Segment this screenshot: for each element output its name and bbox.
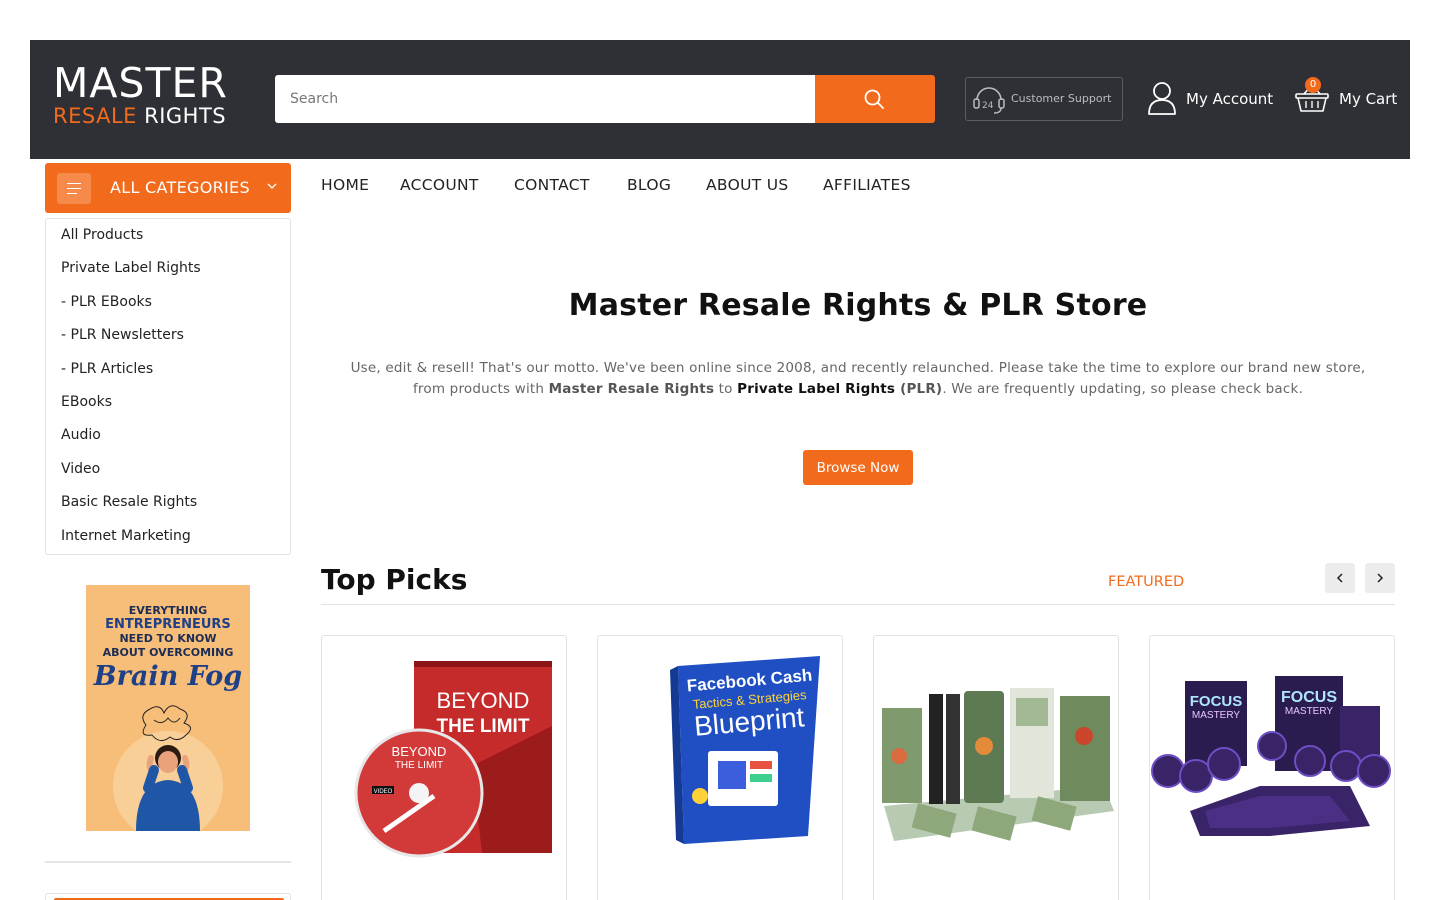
customer-support-label: Customer Support bbox=[1011, 92, 1112, 105]
browse-now-button[interactable]: Browse Now bbox=[803, 450, 913, 485]
product-image-facebook-cash: Facebook Cash Tactics & Strategies Bluep… bbox=[670, 656, 820, 844]
promo-line2: ENTREPRENEURS bbox=[105, 617, 231, 632]
product-card-focus-mastery[interactable]: FOCUS MASTERY FOCUS MASTERY bbox=[1149, 635, 1395, 900]
stressed-person-illustration bbox=[113, 705, 223, 831]
hero-text-part3: . We are frequently updating, so please … bbox=[942, 381, 1304, 397]
disc-badge: VIDEO bbox=[374, 789, 393, 795]
search-bar bbox=[275, 75, 935, 123]
customer-support-link[interactable]: 24 Customer Support bbox=[965, 77, 1123, 121]
disc-line1: BEYOND bbox=[392, 744, 447, 759]
promo-headline: EVERYTHING ENTREPRENEURS NEED TO KNOW AB… bbox=[86, 604, 250, 660]
promo-line3: NEED TO KNOW bbox=[119, 632, 217, 645]
category-item-plr-articles[interactable]: - PLR Articles bbox=[61, 361, 153, 377]
promo-line1: EVERYTHING bbox=[128, 604, 208, 617]
category-list: All Products Private Label Rights - PLR … bbox=[45, 218, 291, 555]
chevron-right-icon bbox=[1377, 573, 1384, 583]
tab-featured[interactable]: FEATURED bbox=[1108, 574, 1184, 590]
carousel-next-button[interactable] bbox=[1365, 563, 1395, 593]
category-item-basic-resale-rights[interactable]: Basic Resale Rights bbox=[61, 494, 197, 510]
page: MASTER RESALE RIGHTS 24 Customer Support bbox=[30, 40, 1410, 900]
my-cart-link[interactable]: 0 My Cart bbox=[1295, 77, 1405, 119]
all-categories-label: ALL CATEGORIES bbox=[110, 178, 250, 197]
category-item-plr-ebooks[interactable]: - PLR EBooks bbox=[61, 294, 152, 310]
category-item-all-products[interactable]: All Products bbox=[61, 227, 143, 243]
cover-line2: THE LIMIT bbox=[437, 716, 530, 737]
site-header: MASTER RESALE RIGHTS 24 Customer Support bbox=[30, 40, 1410, 159]
hero-text-part2: to bbox=[714, 381, 738, 397]
my-account-label: My Account bbox=[1186, 90, 1274, 108]
cart-count-badge: 0 bbox=[1305, 77, 1321, 93]
carousel-prev-button[interactable] bbox=[1325, 563, 1355, 593]
user-icon bbox=[1148, 82, 1176, 115]
category-item-ebooks[interactable]: EBooks bbox=[61, 394, 112, 410]
svg-text:MASTERY: MASTERY bbox=[1285, 706, 1333, 717]
hamburger-icon bbox=[57, 173, 91, 204]
product-card-facebook-cash[interactable]: Facebook Cash Tactics & Strategies Bluep… bbox=[597, 635, 843, 900]
nav-account[interactable]: ACCOUNT bbox=[400, 176, 479, 194]
cover-line1: FOCUS bbox=[1190, 693, 1243, 710]
promo-line4: ABOUT OVERCOMING bbox=[102, 646, 234, 659]
hero-description: Use, edit & resell! That's our motto. We… bbox=[336, 358, 1380, 400]
promo-banner-brain-fog[interactable]: EVERYTHING ENTREPRENEURS NEED TO KNOW AB… bbox=[86, 585, 250, 831]
hero-bold-mrr: Master Resale Rights bbox=[548, 381, 715, 397]
all-categories-button[interactable]: ALL CATEGORIES bbox=[45, 163, 291, 213]
disc-line2: THE LIMIT bbox=[395, 760, 443, 771]
sidebar-widget bbox=[45, 893, 291, 900]
logo-resale: RESALE bbox=[53, 104, 137, 128]
product-image-cookbook-bundle bbox=[882, 688, 1114, 841]
nav-home[interactable]: HOME bbox=[321, 176, 369, 194]
chevron-down-icon bbox=[267, 183, 277, 189]
cover-line2: MASTERY bbox=[1192, 710, 1240, 721]
product-image-beyond-the-limit: BEYOND THE LIMIT BEYOND THE LIMIT VIDEO bbox=[354, 661, 552, 858]
search-input[interactable] bbox=[275, 75, 815, 123]
logo-line1: MASTER bbox=[53, 59, 228, 107]
search-icon bbox=[864, 89, 884, 109]
site-logo[interactable]: MASTER RESALE RIGHTS bbox=[53, 62, 238, 128]
hero-bold-plr-abbr: (PLR) bbox=[895, 381, 943, 397]
my-cart-label: My Cart bbox=[1339, 90, 1398, 108]
cover-line1: BEYOND bbox=[437, 688, 530, 713]
category-item-video[interactable]: Video bbox=[61, 461, 100, 477]
category-item-private-label-rights[interactable]: Private Label Rights bbox=[61, 260, 201, 276]
hero-bold-plr: Private Label Rights bbox=[737, 381, 896, 397]
category-item-plr-newsletters[interactable]: - PLR Newsletters bbox=[61, 327, 184, 343]
svg-text:24: 24 bbox=[982, 101, 994, 111]
product-card-cookbook-bundle[interactable] bbox=[873, 635, 1119, 900]
logo-line2: RESALE RIGHTS bbox=[53, 104, 238, 128]
search-button[interactable] bbox=[815, 75, 935, 123]
sidebar-divider bbox=[45, 861, 291, 863]
product-image-focus-mastery: FOCUS MASTERY FOCUS MASTERY bbox=[1151, 676, 1391, 836]
svg-text:FOCUS: FOCUS bbox=[1281, 689, 1337, 706]
my-account-link[interactable]: My Account bbox=[1147, 80, 1277, 118]
nav-blog[interactable]: BLOG bbox=[627, 176, 671, 194]
top-picks-title: Top Picks bbox=[321, 563, 468, 596]
promo-script-title: Brain Fog bbox=[93, 661, 243, 692]
category-item-internet-marketing[interactable]: Internet Marketing bbox=[61, 528, 191, 544]
nav-affiliates[interactable]: AFFILIATES bbox=[823, 176, 911, 194]
chevron-left-icon bbox=[1336, 573, 1343, 583]
product-card-beyond-the-limit[interactable]: BEYOND THE LIMIT BEYOND THE LIMIT VIDEO bbox=[321, 635, 567, 900]
headset-24-icon: 24 bbox=[973, 87, 1005, 114]
nav-contact[interactable]: CONTACT bbox=[514, 176, 590, 194]
hero-title: Master Resale Rights & PLR Store bbox=[568, 288, 1148, 323]
section-rule bbox=[321, 604, 1395, 605]
logo-rights: RIGHTS bbox=[144, 104, 227, 128]
nav-about-us[interactable]: ABOUT US bbox=[706, 176, 789, 194]
category-item-audio[interactable]: Audio bbox=[61, 427, 101, 443]
